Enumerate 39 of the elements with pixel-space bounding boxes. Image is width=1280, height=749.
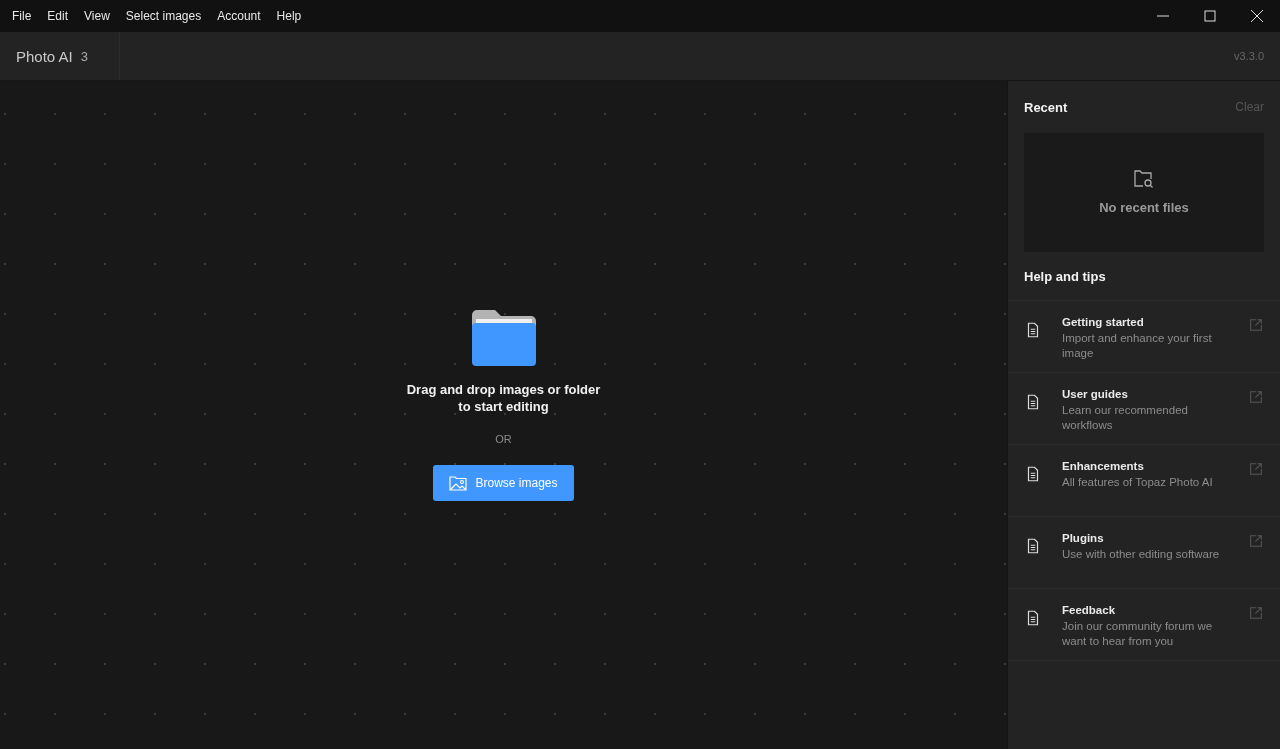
help-item-description: Import and enhance your first image (1062, 331, 1213, 361)
help-item-title: Enhancements (1062, 460, 1145, 472)
help-item-description: Learn our recommended workflows (1062, 403, 1189, 433)
external-link-icon (1248, 389, 1264, 405)
close-icon (1250, 10, 1263, 22)
help-item-title: Plugins (1062, 532, 1105, 544)
section-title: Help and tips (1024, 268, 1106, 284)
version-label: v3.3.0 (1234, 50, 1264, 62)
external-link-icon (1248, 533, 1264, 549)
menu-item[interactable]: View (76, 9, 118, 23)
help-item-title: Feedback (1062, 604, 1117, 616)
image-folder-icon (449, 475, 468, 491)
help-item-description: All features of Topaz Photo AI (1062, 475, 1214, 490)
folder-search-icon (1134, 170, 1154, 188)
help-link-item[interactable]: Plugins Use with other editing software (1008, 517, 1280, 589)
external-link-icon (1248, 461, 1264, 477)
drop-instructions: Drag and drop images or folder to start editing (406, 381, 601, 415)
external-link-icon (1248, 605, 1264, 621)
menu-item[interactable]: Edit (39, 9, 77, 23)
folder-icon (471, 309, 536, 367)
menu-item[interactable]: File (4, 9, 40, 23)
section-title: Recent (1024, 99, 1068, 115)
help-item-description: Use with other editing software (1062, 547, 1221, 562)
help-item-title: User guides (1062, 388, 1129, 400)
maximize-icon (1203, 10, 1216, 22)
menu-item[interactable]: Help (268, 9, 310, 23)
or-separator: OR (495, 433, 512, 445)
menu-item[interactable]: Account (209, 9, 269, 23)
help-link-item[interactable]: User guides Learn our recommended workflows (1008, 373, 1280, 445)
help-item-title: Getting started (1062, 316, 1145, 328)
help-link-item[interactable]: Getting started Import and enhance your first image (1008, 301, 1280, 373)
app-version-number: 3 (80, 48, 88, 64)
menu-item[interactable]: Select images (117, 9, 210, 23)
empty-state-text: No recent files (1099, 200, 1189, 215)
help-link-item[interactable]: Enhancements All features of Topaz Photo AI (1008, 445, 1280, 517)
app-name: Photo AI (16, 47, 73, 65)
help-link-item[interactable]: Feedback Join our community forum we want to hear from you (1008, 589, 1280, 661)
help-item-description: Join our community forum we want to hear from you (1062, 619, 1214, 649)
external-link-icon (1248, 317, 1264, 333)
